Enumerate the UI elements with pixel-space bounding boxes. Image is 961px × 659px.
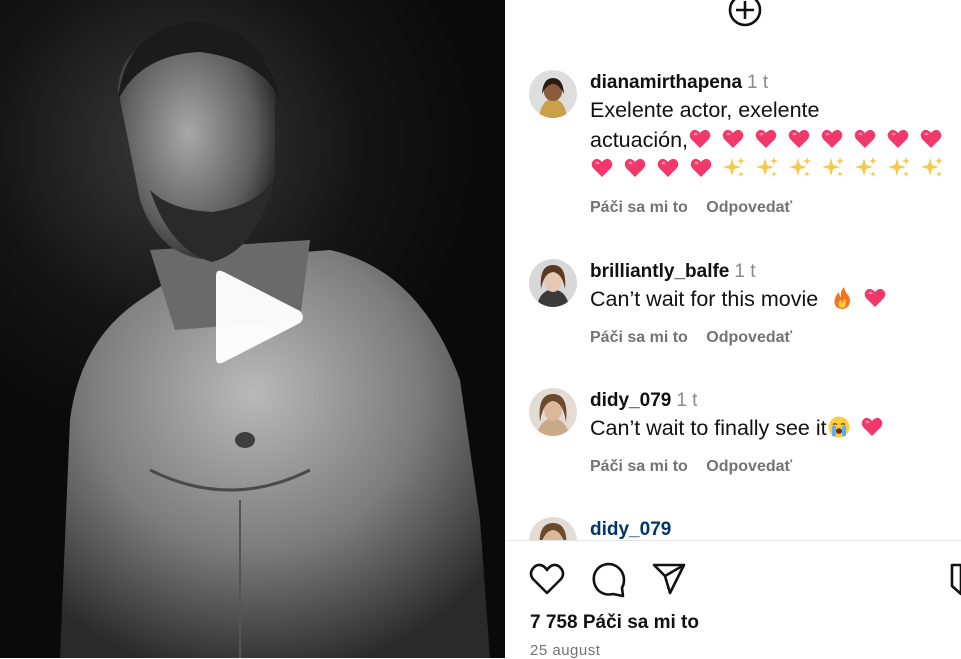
crying-face-emoji-icon	[828, 416, 850, 438]
comment-text: Can’t wait for this movie	[590, 285, 960, 315]
comment-bubble-icon[interactable]	[591, 562, 627, 598]
comment-reply-button[interactable]: Odpovedať	[706, 199, 792, 216]
heart-emoji-icon	[861, 417, 882, 436]
divider	[505, 540, 961, 541]
emoji-group	[688, 128, 952, 152]
play-icon[interactable]	[210, 268, 306, 366]
comment-like-button[interactable]: Páči sa mi to	[590, 329, 688, 346]
paper-plane-icon[interactable]	[651, 562, 687, 596]
heart-emoji-icon	[690, 158, 712, 177]
heart-emoji-icon	[788, 129, 810, 148]
avatar[interactable]	[529, 517, 577, 540]
heart-emoji-icon	[920, 129, 942, 148]
comments-panel: dianamirthapena 1 t Exelente actor, exele…	[505, 0, 961, 659]
comment-text-line: Exelente actor, exelente	[590, 98, 820, 122]
comment-username[interactable]: brilliantly_balfe	[590, 261, 729, 282]
comment-like-button[interactable]: Páči sa mi to	[590, 199, 688, 216]
comment-actions: Páči sa mi to Odpovedať	[590, 199, 960, 217]
sparkles-emoji-icon	[723, 157, 745, 177]
heart-emoji-icon	[821, 129, 843, 148]
emoji-group	[590, 155, 960, 185]
comment-text: Can’t wait to finally see it	[590, 414, 960, 444]
comment-time[interactable]: 1 t	[747, 72, 768, 93]
heart-emoji-icon	[624, 158, 646, 177]
comment-reply-button[interactable]: Odpovedať	[706, 329, 792, 346]
comment-actions: Páči sa mi to Odpovedať	[590, 329, 960, 347]
comment-actions: Páči sa mi to Odpovedať	[590, 458, 960, 476]
bookmark-icon[interactable]	[949, 562, 961, 598]
sparkles-emoji-icon	[921, 157, 943, 177]
heart-emoji-icon	[657, 158, 679, 177]
comment-text-fragment: Can’t wait to finally see it	[590, 416, 827, 440]
emoji-group	[830, 287, 896, 311]
likes-count[interactable]: 7 758 Páči sa mi to	[530, 612, 699, 634]
heart-emoji-icon	[854, 129, 876, 148]
comment-text-fragment: actuación,	[590, 127, 689, 152]
fire-emoji-icon	[834, 287, 851, 309]
comment-list[interactable]: dianamirthapena 1 t Exelente actor, exele…	[505, 0, 961, 540]
sparkles-emoji-icon	[789, 157, 811, 177]
emoji-group	[827, 416, 893, 440]
post-date[interactable]: 25 august	[530, 642, 600, 659]
sparkles-emoji-icon	[756, 157, 778, 177]
comment-reply-button[interactable]: Odpovedať	[706, 458, 792, 475]
sparkles-emoji-icon	[888, 157, 910, 177]
comment-time[interactable]: 1 t	[676, 390, 697, 411]
sparkles-emoji-icon	[822, 157, 844, 177]
comment-username[interactable]: dianamirthapena	[590, 72, 742, 93]
heart-emoji-icon	[591, 158, 613, 177]
avatar[interactable]	[529, 388, 577, 436]
comment-text-line: actuación,	[590, 126, 960, 156]
heart-emoji-icon	[755, 129, 777, 148]
post-media[interactable]	[0, 0, 505, 658]
heart-emoji-icon	[864, 288, 886, 307]
heart-outline-icon[interactable]	[529, 562, 565, 596]
comment-text: Exelente actor, exelente actuación,	[590, 96, 960, 185]
avatar[interactable]	[529, 259, 577, 307]
heart-emoji-icon	[722, 129, 744, 148]
heart-emoji-icon	[689, 129, 711, 148]
sparkles-emoji-icon	[855, 157, 877, 177]
comment-username[interactable]: didy_079	[590, 519, 671, 540]
comment-time[interactable]: 1 t	[734, 261, 755, 282]
avatar[interactable]	[529, 70, 577, 118]
comment-username[interactable]: didy_079	[590, 390, 671, 411]
comment-text-fragment: Can’t wait for this movie	[590, 287, 819, 311]
heart-emoji-icon	[887, 129, 909, 148]
comment-like-button[interactable]: Páči sa mi to	[590, 458, 688, 475]
